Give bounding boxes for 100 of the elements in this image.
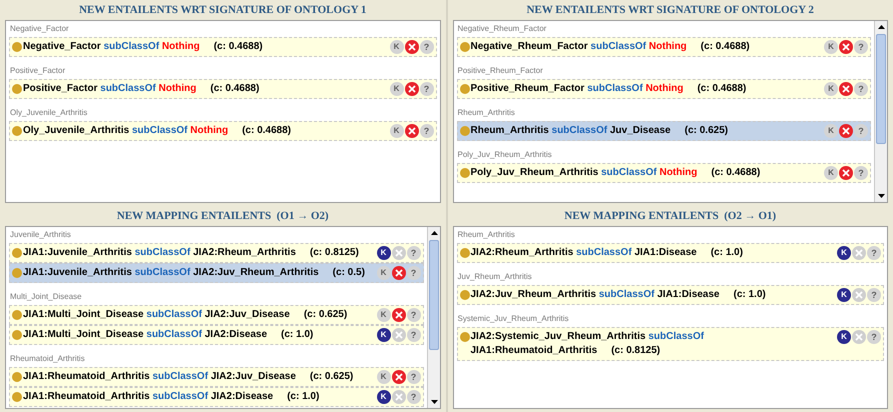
remove-button[interactable] bbox=[839, 124, 853, 138]
axiom-row[interactable]: Positive_Rheum_Factor subClassOf Nothing (c: 0.4688) K ? bbox=[456, 79, 871, 99]
help-button[interactable]: ? bbox=[854, 82, 868, 96]
axiom-text: JIA2:Rheum_Arthritis subClassOf JIA1:Disease (c: 1.0) bbox=[470, 246, 744, 260]
remove-button[interactable] bbox=[839, 82, 853, 96]
axiom-row[interactable]: JIA1:Multi_Joint_Disease subClassOf JIA2:Disease (c: 1.0) K ? bbox=[9, 325, 424, 345]
bullet-icon bbox=[12, 372, 22, 382]
group-label: Multi_Joint_Disease bbox=[9, 291, 83, 303]
axiom-text: JIA2:Juv_Rheum_Arthritis subClassOf JIA1:Disease (c: 1.0) bbox=[470, 288, 767, 302]
help-button[interactable]: ? bbox=[420, 40, 434, 54]
keep-button[interactable]: K bbox=[376, 308, 390, 322]
remove-button[interactable] bbox=[404, 124, 418, 138]
keep-button[interactable]: K bbox=[376, 246, 390, 260]
scroll-thumb[interactable] bbox=[876, 34, 886, 144]
help-button[interactable]: ? bbox=[406, 370, 420, 384]
keep-button[interactable]: K bbox=[837, 288, 851, 302]
bullet-icon bbox=[12, 248, 22, 258]
close-icon bbox=[842, 127, 850, 135]
keep-button[interactable]: K bbox=[376, 390, 390, 404]
remove-button[interactable] bbox=[392, 266, 406, 280]
axiom-row[interactable]: Rheum_Arthritis subClassOf Juv_Disease (c: 0.625) K ? bbox=[456, 121, 871, 141]
group-label: Rheumatoid_Arthritis bbox=[9, 353, 86, 365]
remove-button[interactable] bbox=[839, 166, 853, 180]
axiom-row[interactable]: Negative_Rheum_Factor subClassOf Nothing (c: 0.4688) K ? bbox=[456, 37, 871, 57]
axiom-text: Positive_Factor subClassOf Nothing (c: 0.4688) bbox=[23, 82, 260, 96]
close-icon bbox=[855, 333, 863, 341]
close-icon bbox=[394, 373, 402, 381]
axiom-text: Poly_Juv_Rheum_Arthritis subClassOf Nothing (c: 0.4688) bbox=[470, 166, 762, 180]
panel-title: NEW ENTAILENTS WRT SIGNATURE OF ONTOLOGY 1 bbox=[78, 3, 368, 18]
help-button[interactable]: ? bbox=[854, 124, 868, 138]
bullet-icon bbox=[460, 126, 470, 136]
help-button[interactable]: ? bbox=[406, 308, 420, 322]
bullet-icon bbox=[460, 332, 470, 342]
axiom-text: JIA1:Rheumatoid_Arthritis subClassOf JIA2:Juv_Disease (c: 0.625) bbox=[23, 370, 354, 384]
keep-button[interactable]: K bbox=[837, 246, 851, 260]
close-icon bbox=[842, 85, 850, 93]
close-icon bbox=[408, 85, 416, 93]
keep-button[interactable]: K bbox=[390, 124, 404, 138]
axiom-row[interactable]: JIA2:Juv_Rheum_Arthritis subClassOf JIA1:Disease (c: 1.0) K ? bbox=[456, 285, 884, 305]
help-button[interactable]: ? bbox=[420, 124, 434, 138]
keep-button[interactable]: K bbox=[837, 330, 851, 344]
help-button[interactable]: ? bbox=[867, 330, 881, 344]
axiom-row[interactable]: JIA1:Rheumatoid_Arthritis subClassOf JIA2:Disease (c: 1.0) K ? bbox=[9, 387, 424, 407]
help-button[interactable]: ? bbox=[406, 246, 420, 260]
axiom-row[interactable]: Oly_Juvenile_Arthritis subClassOf Nothing (c: 0.4688) K ? bbox=[9, 121, 436, 141]
remove-button[interactable] bbox=[404, 82, 418, 96]
remove-button[interactable] bbox=[839, 40, 853, 54]
group-label: Negative_Rheum_Factor bbox=[456, 23, 548, 35]
bullet-icon bbox=[12, 310, 22, 320]
close-icon bbox=[842, 43, 850, 51]
help-button[interactable]: ? bbox=[420, 82, 434, 96]
axiom-text: Negative_Rheum_Factor subClassOf Nothing (c: 0.4688) bbox=[470, 40, 751, 54]
axiom-row[interactable]: JIA1:Juvenile_Arthritis subClassOf JIA2:Rheum_Arthritis (c: 0.8125) K ? bbox=[9, 243, 424, 263]
axiom-row[interactable]: JIA1:Juvenile_Arthritis subClassOf JIA2:Juv_Rheum_Arthritis (c: 0.5) K ? bbox=[9, 263, 424, 283]
scrollbar[interactable] bbox=[874, 21, 887, 202]
keep-button[interactable]: K bbox=[376, 266, 390, 280]
axiom-row[interactable]: Positive_Factor subClassOf Nothing (c: 0.4688) K ? bbox=[9, 79, 436, 99]
axiom-row[interactable]: JIA2:Rheum_Arthritis subClassOf JIA1:Disease (c: 1.0) K ? bbox=[456, 243, 884, 263]
scrollbar[interactable] bbox=[426, 227, 440, 408]
scroll-thumb[interactable] bbox=[428, 240, 438, 350]
close-icon bbox=[842, 169, 850, 177]
keep-button[interactable]: K bbox=[824, 166, 838, 180]
remove-button[interactable] bbox=[392, 370, 406, 384]
keep-button[interactable]: K bbox=[376, 328, 390, 342]
bullet-icon bbox=[12, 126, 22, 136]
close-icon bbox=[394, 249, 402, 257]
help-button[interactable]: ? bbox=[854, 40, 868, 54]
axiom-text: Rheum_Arthritis subClassOf Juv_Disease (c: 0.625) bbox=[470, 124, 729, 138]
axiom-row[interactable]: Negative_Factor subClassOf Nothing (c: 0.4688) K ? bbox=[9, 37, 436, 57]
close-icon bbox=[394, 311, 402, 319]
close-icon bbox=[408, 43, 416, 51]
keep-button[interactable]: K bbox=[824, 82, 838, 96]
help-button[interactable]: ? bbox=[867, 288, 881, 302]
keep-button[interactable]: K bbox=[390, 82, 404, 96]
help-button[interactable]: ? bbox=[406, 266, 420, 280]
keep-button[interactable]: K bbox=[824, 40, 838, 54]
remove-button[interactable] bbox=[404, 40, 418, 54]
bullet-icon bbox=[460, 168, 470, 178]
bullet-icon bbox=[12, 268, 22, 278]
group-label: Rheum_Arthritis bbox=[456, 107, 516, 119]
help-button[interactable]: ? bbox=[854, 166, 868, 180]
close-icon bbox=[394, 331, 402, 339]
bullet-icon bbox=[12, 330, 22, 340]
axiom-row[interactable]: JIA1:Rheumatoid_Arthritis subClassOf JIA2:Juv_Disease (c: 0.625) K ? bbox=[9, 367, 424, 387]
help-button[interactable]: ? bbox=[406, 390, 420, 404]
axiom-text: JIA2:Systemic_Juv_Rheum_Arthritis subClassOf JIA1:Rheumatoid_Arthritis (c: 0.8125) bbox=[470, 330, 705, 358]
group-label: Juvenile_Arthritis bbox=[9, 229, 72, 241]
remove-button[interactable] bbox=[392, 308, 406, 322]
help-button[interactable]: ? bbox=[406, 328, 420, 342]
axiom-text: JIA1:Multi_Joint_Disease subClassOf JIA2:Juv_Disease (c: 0.625) bbox=[23, 308, 348, 322]
keep-button[interactable]: K bbox=[390, 40, 404, 54]
axiom-row[interactable]: JIA1:Multi_Joint_Disease subClassOf JIA2:Juv_Disease (c: 0.625) K ? bbox=[9, 305, 424, 325]
help-button[interactable]: ? bbox=[867, 246, 881, 260]
keep-button[interactable]: K bbox=[824, 124, 838, 138]
axiom-text: Negative_Factor subClassOf Nothing (c: 0.4688) bbox=[23, 40, 264, 54]
axiom-row[interactable]: Poly_Juv_Rheum_Arthritis subClassOf Nothing (c: 0.4688) K ? bbox=[456, 163, 871, 183]
keep-button[interactable]: K bbox=[376, 370, 390, 384]
axiom-row[interactable]: JIA2:Systemic_Juv_Rheum_Arthritis subClassOf JIA1:Rheumatoid_Arthritis (c: 0.8125) K ? bbox=[456, 327, 884, 361]
bullet-icon bbox=[460, 42, 470, 52]
close-icon bbox=[855, 291, 863, 299]
